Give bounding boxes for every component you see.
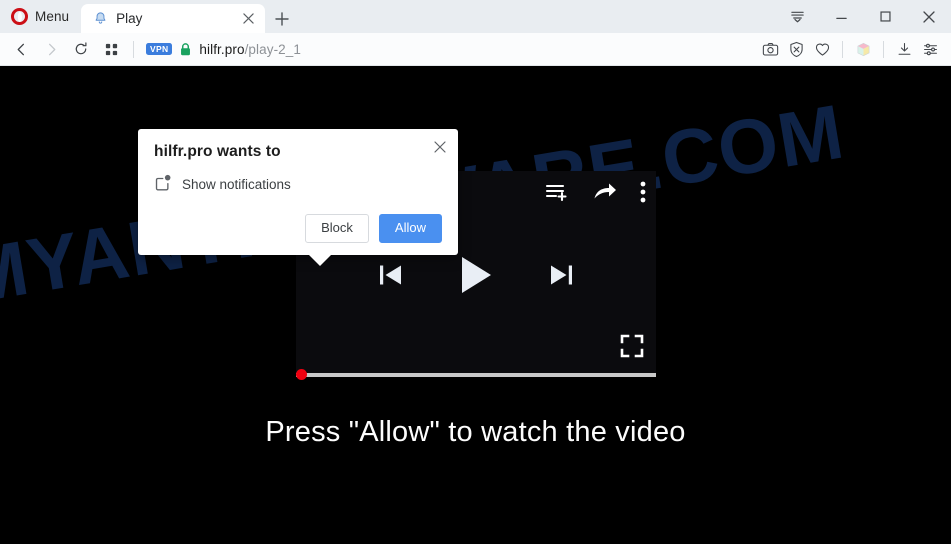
share-icon[interactable]	[592, 179, 618, 205]
add-to-queue-icon[interactable]	[544, 179, 570, 205]
next-track-icon[interactable]	[549, 261, 574, 289]
easy-setup-icon[interactable]	[917, 36, 943, 62]
tab-close-icon[interactable]	[239, 10, 257, 28]
dialog-title: hilfr.pro wants to	[154, 143, 281, 160]
notifications-icon	[154, 173, 172, 196]
back-button[interactable]	[6, 36, 36, 62]
bell-favicon-icon	[92, 11, 108, 27]
tab-title: Play	[116, 11, 143, 26]
kebab-menu-icon[interactable]	[640, 180, 646, 204]
downloads-icon[interactable]	[891, 36, 917, 62]
toolbar-divider-3	[883, 40, 884, 58]
browser-window: Menu Play VPN hilfr.pro/play-2_1 Press "…	[0, 0, 951, 544]
dialog-close-icon[interactable]	[431, 138, 449, 156]
fullscreen-icon[interactable]	[620, 334, 644, 363]
notification-permission-dialog: hilfr.pro wants to Show notifications Bl…	[138, 129, 458, 266]
toolbar-divider	[133, 40, 134, 58]
padlock-icon[interactable]	[179, 42, 192, 57]
minimize-icon[interactable]	[819, 0, 863, 33]
ad-block-icon[interactable]	[783, 36, 809, 62]
player-top-controls	[544, 179, 646, 205]
forward-button	[36, 36, 66, 62]
tab-strip: Menu Play	[0, 0, 951, 33]
tab-play[interactable]: Play	[81, 4, 266, 33]
url-path: /play-2_1	[244, 41, 301, 57]
window-controls	[775, 0, 951, 33]
maximize-icon[interactable]	[863, 0, 907, 33]
previous-track-icon[interactable]	[378, 261, 403, 289]
opera-logo-icon	[11, 8, 28, 25]
vpn-badge[interactable]: VPN	[146, 43, 173, 55]
play-icon[interactable]	[459, 255, 493, 295]
permission-label: Show notifications	[182, 177, 291, 192]
cube-icon[interactable]	[850, 36, 876, 62]
opera-menu-button[interactable]: Menu	[0, 0, 81, 33]
new-tab-button[interactable]	[268, 4, 296, 33]
seek-scrubber-handle[interactable]	[296, 369, 307, 380]
video-seek-bar[interactable]	[296, 369, 656, 380]
block-button[interactable]: Block	[305, 214, 369, 243]
menu-button-label: Menu	[35, 9, 70, 24]
url-domain: hilfr.pro	[199, 41, 245, 57]
allow-button[interactable]: Allow	[378, 214, 442, 243]
dialog-actions: Block Allow	[154, 214, 442, 243]
url-text: hilfr.pro/play-2_1	[199, 42, 301, 57]
snapshot-icon[interactable]	[757, 36, 783, 62]
address-toolbar: VPN hilfr.pro/play-2_1	[0, 33, 951, 66]
player-playback-controls	[296, 255, 656, 295]
reload-button[interactable]	[66, 36, 96, 62]
page-headline: Press "Allow" to watch the video	[265, 416, 686, 448]
close-icon[interactable]	[907, 0, 951, 33]
permission-row: Show notifications	[154, 173, 442, 196]
page-content: MYANTISPYWARE.COM	[0, 66, 951, 544]
toolbar-divider-2	[842, 40, 843, 58]
workspaces-grid-icon[interactable]	[96, 36, 126, 62]
address-bar[interactable]: VPN hilfr.pro/play-2_1	[141, 36, 757, 62]
heart-icon[interactable]	[809, 36, 835, 62]
tab-list-icon[interactable]	[775, 0, 819, 33]
toolbar-right-icons	[757, 36, 943, 62]
